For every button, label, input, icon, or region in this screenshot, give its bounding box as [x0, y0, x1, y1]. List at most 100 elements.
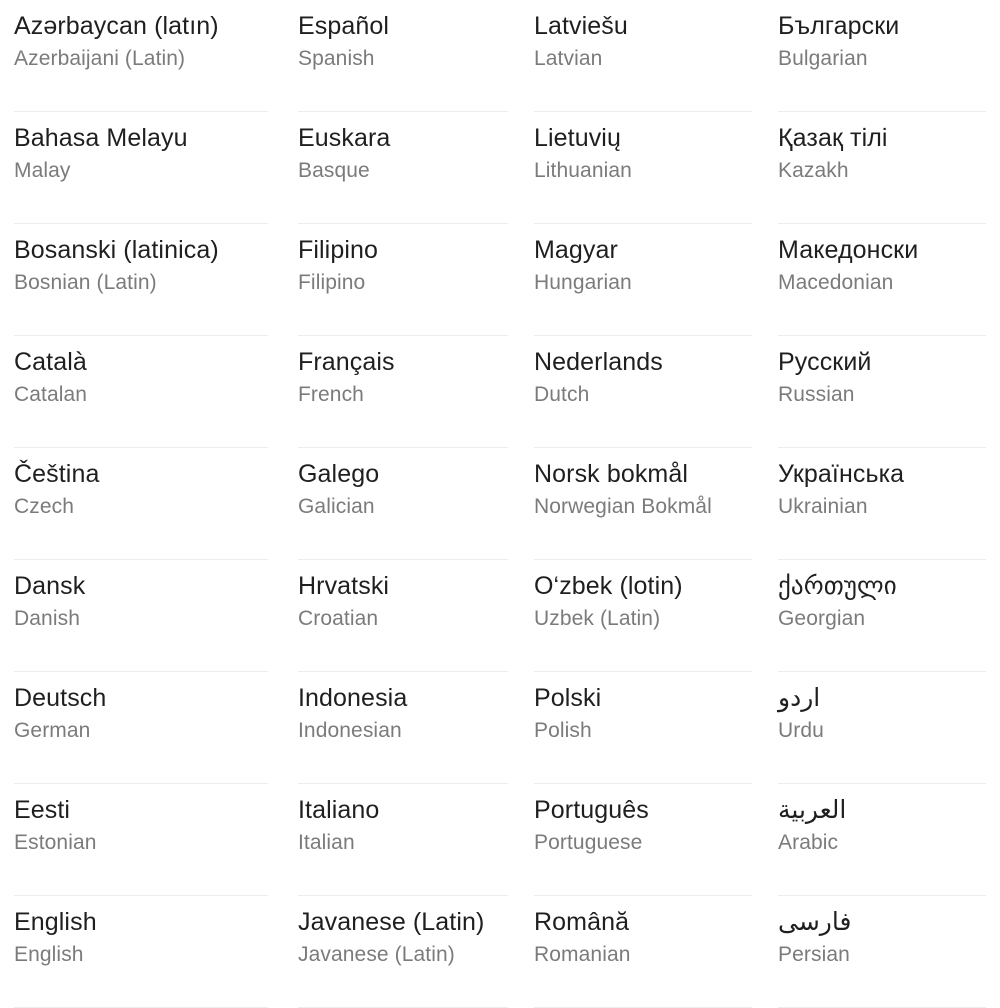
language-option[interactable]: O‘zbek (lotin) Uzbek (Latin)	[534, 560, 752, 672]
language-english-name: Russian	[778, 383, 855, 406]
language-option[interactable]: فارسی Persian	[778, 896, 986, 1008]
language-english-name: German	[14, 719, 91, 742]
language-option[interactable]: ქართული Georgian	[778, 560, 986, 672]
language-native-name: Nederlands	[534, 348, 663, 376]
language-option[interactable]: Čeština Czech	[14, 448, 268, 560]
language-english-name: Danish	[14, 607, 80, 630]
language-english-name: Dutch	[534, 383, 590, 406]
language-english-name: French	[298, 383, 364, 406]
language-native-name: Українська	[778, 460, 905, 488]
language-english-name: Azerbaijani (Latin)	[14, 47, 186, 70]
language-option[interactable]: Filipino Filipino	[298, 224, 508, 336]
language-native-name: Dansk	[14, 572, 86, 600]
language-option[interactable]: English English	[14, 896, 268, 1008]
language-option[interactable]: Deutsch German	[14, 672, 268, 784]
language-option[interactable]: Português Portuguese	[534, 784, 752, 896]
language-native-name: فارسی	[778, 908, 852, 936]
language-native-name: Македонски	[778, 236, 919, 264]
language-native-name: Bosanski (latinica)	[14, 236, 219, 264]
language-english-name: Javanese (Latin)	[298, 943, 455, 966]
language-native-name: Deutsch	[14, 684, 107, 712]
language-english-name: Latvian	[534, 47, 603, 70]
language-english-name: Bulgarian	[778, 47, 868, 70]
language-native-name: Polski	[534, 684, 602, 712]
language-option[interactable]: Euskara Basque	[298, 112, 508, 224]
language-option[interactable]: Bahasa Melayu Malay	[14, 112, 268, 224]
language-option[interactable]: Latviešu Latvian	[534, 0, 752, 112]
language-option[interactable]: Català Catalan	[14, 336, 268, 448]
language-option[interactable]: Français French	[298, 336, 508, 448]
language-option[interactable]: Eesti Estonian	[14, 784, 268, 896]
language-option[interactable]: Română Romanian	[534, 896, 752, 1008]
language-native-name: Eesti	[14, 796, 71, 824]
language-english-name: Kazakh	[778, 159, 849, 182]
language-option[interactable]: Español Spanish	[298, 0, 508, 112]
language-english-name: Italian	[298, 831, 355, 854]
language-native-name: Galego	[298, 460, 380, 488]
language-option[interactable]: Русский Russian	[778, 336, 986, 448]
language-option[interactable]: Magyar Hungarian	[534, 224, 752, 336]
language-native-name: Français	[298, 348, 395, 376]
language-native-name: اردو	[778, 684, 821, 712]
language-english-name: Macedonian	[778, 271, 894, 294]
language-column-2: Latviešu Latvian Lietuvių Lithuanian Magyar H…	[518, 0, 764, 1008]
language-english-name: Bosnian (Latin)	[14, 271, 157, 294]
language-english-name: Filipino	[298, 271, 366, 294]
language-option[interactable]: Български Bulgarian	[778, 0, 986, 112]
language-english-name: Hungarian	[534, 271, 632, 294]
language-option[interactable]: Polski Polish	[534, 672, 752, 784]
language-option[interactable]: العربية Arabic	[778, 784, 986, 896]
language-column-1: Español Spanish Euskara Basque Filipino Filip…	[278, 0, 518, 1008]
language-option[interactable]: Українська Ukrainian	[778, 448, 986, 560]
language-english-name: Lithuanian	[534, 159, 632, 182]
language-native-name: Română	[534, 908, 630, 936]
language-english-name: Romanian	[534, 943, 631, 966]
language-option[interactable]: Norsk bokmål Norwegian Bokmål	[534, 448, 752, 560]
language-english-name: Spanish	[298, 47, 375, 70]
language-option[interactable]: Dansk Danish	[14, 560, 268, 672]
language-native-name: Čeština	[14, 460, 100, 488]
language-option[interactable]: Lietuvių Lithuanian	[534, 112, 752, 224]
language-english-name: Basque	[298, 159, 370, 182]
language-native-name: O‘zbek (lotin)	[534, 572, 683, 600]
language-native-name: Português	[534, 796, 649, 824]
language-native-name: Azərbaycan (latın)	[14, 12, 219, 40]
language-option[interactable]: Javanese (Latin) Javanese (Latin)	[298, 896, 508, 1008]
language-english-name: Urdu	[778, 719, 824, 742]
language-english-name: Uzbek (Latin)	[534, 607, 661, 630]
language-option[interactable]: Македонски Macedonian	[778, 224, 986, 336]
language-option[interactable]: Azərbaycan (latın) Azerbaijani (Latin)	[14, 0, 268, 112]
language-option[interactable]: Қазақ тілі Kazakh	[778, 112, 986, 224]
language-native-name: العربية	[778, 796, 847, 824]
language-english-name: Ukrainian	[778, 495, 868, 518]
language-english-name: Catalan	[14, 383, 88, 406]
language-native-name: Filipino	[298, 236, 378, 264]
language-native-name: Bahasa Melayu	[14, 124, 188, 152]
language-native-name: Italiano	[298, 796, 380, 824]
language-native-name: English	[14, 908, 97, 936]
language-english-name: Norwegian Bokmål	[534, 495, 712, 518]
language-option[interactable]: Indonesia Indonesian	[298, 672, 508, 784]
language-english-name: Portuguese	[534, 831, 643, 854]
language-option[interactable]: اردو Urdu	[778, 672, 986, 784]
language-english-name: Polish	[534, 719, 592, 742]
language-native-name: Magyar	[534, 236, 618, 264]
language-english-name: Malay	[14, 159, 71, 182]
language-english-name: Georgian	[778, 607, 866, 630]
language-english-name: English	[14, 943, 84, 966]
language-native-name: Indonesia	[298, 684, 408, 712]
language-english-name: Indonesian	[298, 719, 402, 742]
language-english-name: Galician	[298, 495, 375, 518]
language-english-name: Czech	[14, 495, 75, 518]
language-option[interactable]: Bosanski (latinica) Bosnian (Latin)	[14, 224, 268, 336]
language-option[interactable]: Italiano Italian	[298, 784, 508, 896]
language-option[interactable]: Nederlands Dutch	[534, 336, 752, 448]
language-option[interactable]: Hrvatski Croatian	[298, 560, 508, 672]
language-option[interactable]: Galego Galician	[298, 448, 508, 560]
language-column-0: Azərbaycan (latın) Azerbaijani (Latin) Bah…	[0, 0, 278, 1008]
language-english-name: Croatian	[298, 607, 379, 630]
language-native-name: Català	[14, 348, 87, 376]
language-list-grid: Azərbaycan (latın) Azerbaijani (Latin) Bah…	[0, 0, 1000, 1008]
language-native-name: Latviešu	[534, 12, 628, 40]
language-native-name: Русский	[778, 348, 872, 376]
